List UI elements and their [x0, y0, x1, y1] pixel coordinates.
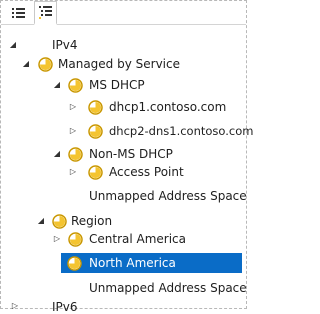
tree-item-label: MS DHCP: [89, 78, 145, 92]
tree-item-managed-by-service[interactable]: ◢ Managed by Service: [0, 53, 247, 75]
tree-item-access-point[interactable]: ▷ Access Point: [0, 161, 247, 183]
tree-view-button[interactable]: [34, 1, 57, 25]
scope-icon: [68, 77, 83, 93]
list-view-icon: [12, 7, 25, 18]
tree-item-label: North America: [89, 256, 176, 270]
collapsed-triangle-icon[interactable]: ▷: [52, 234, 62, 244]
tree-item-label: Non-MS DHCP: [89, 147, 173, 161]
scope-icon: [88, 123, 103, 139]
tree-item-north-america[interactable]: North America: [0, 252, 247, 274]
scope-icon: [68, 146, 83, 162]
tree-item-dhcp1[interactable]: ▷ dhcp1.contoso.com: [0, 96, 247, 118]
collapsed-triangle-icon[interactable]: ▷: [10, 301, 20, 311]
tree-view-icon: [39, 6, 52, 19]
collapsed-triangle-icon[interactable]: ▷: [68, 126, 78, 136]
scope-icon: [52, 213, 67, 229]
tree-item-label: Access Point: [109, 165, 184, 179]
tree-item-label: dhcp2-dns1.contoso.com: [109, 124, 254, 138]
scope-icon: [67, 255, 82, 271]
tree-item-label: dhcp1.contoso.com: [109, 100, 227, 114]
tree-item-label: Managed by Service: [58, 57, 180, 71]
expanded-triangle-icon[interactable]: ◢: [8, 40, 18, 50]
tree-item-unmapped-address-space[interactable]: Unmapped Address Space: [0, 185, 247, 207]
collapsed-triangle-icon[interactable]: ▷: [68, 167, 78, 177]
view-toolbar: [1, 1, 246, 25]
scope-icon: [38, 56, 53, 72]
scope-icon: [88, 99, 103, 115]
tree-item-dhcp2-dns1[interactable]: ▷ dhcp2-dns1.contoso.com: [0, 120, 253, 142]
tree-item-central-america[interactable]: ▷ Central America: [0, 228, 247, 250]
scope-icon: [68, 231, 83, 247]
tree-item-label: Central America: [89, 232, 187, 246]
tree-item-label: Unmapped Address Space: [89, 189, 247, 203]
collapsed-triangle-icon[interactable]: ▷: [68, 102, 78, 112]
expanded-triangle-icon[interactable]: ◢: [52, 80, 62, 90]
tree-item-ms-dhcp[interactable]: ◢ MS DHCP: [0, 74, 247, 96]
expanded-triangle-icon[interactable]: ◢: [52, 149, 62, 159]
tree-item-label: IPv6: [52, 300, 78, 314]
tree-item-label: IPv4: [52, 38, 78, 52]
list-view-button[interactable]: [7, 2, 30, 23]
tree-item-ipv6[interactable]: ▷ IPv6: [0, 289, 247, 314]
expanded-triangle-icon[interactable]: ◢: [21, 59, 31, 69]
expanded-triangle-icon[interactable]: ◢: [36, 216, 46, 226]
tree-item-label: Region: [71, 214, 113, 228]
scope-icon: [88, 164, 103, 180]
